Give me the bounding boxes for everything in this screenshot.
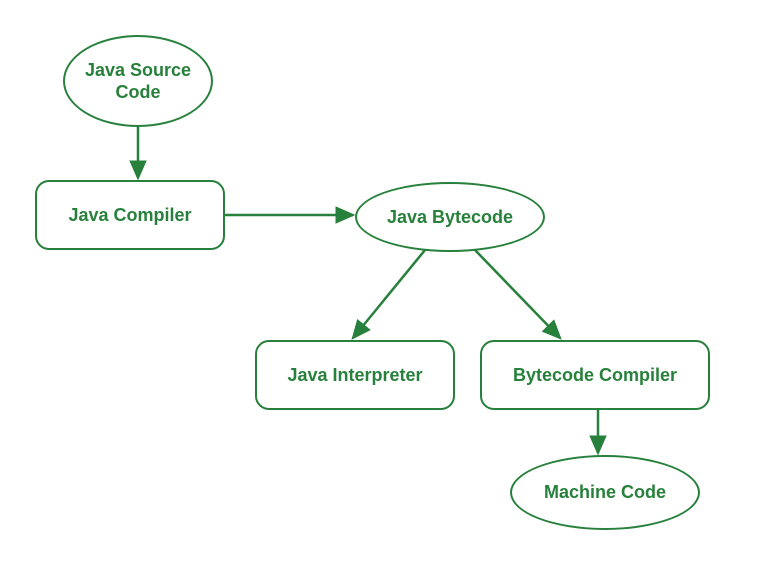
node-java-bytecode: Java Bytecode [355, 182, 545, 252]
node-label: Bytecode Compiler [513, 364, 677, 387]
node-source-code: Java SourceCode [63, 35, 213, 127]
node-java-compiler: Java Compiler [35, 180, 225, 250]
node-machine-code: Machine Code [510, 455, 700, 530]
node-label: Machine Code [544, 481, 666, 504]
node-bytecode-compiler: Bytecode Compiler [480, 340, 710, 410]
node-label: Java Interpreter [287, 364, 422, 387]
node-label: Java SourceCode [85, 59, 191, 104]
node-label: Java Bytecode [387, 206, 513, 229]
arrow-java_bytecode-to-bytecode_compiler [475, 250, 560, 338]
node-label: Java Compiler [68, 204, 191, 227]
node-java-interpreter: Java Interpreter [255, 340, 455, 410]
arrow-java_bytecode-to-java_interpreter [353, 250, 425, 338]
